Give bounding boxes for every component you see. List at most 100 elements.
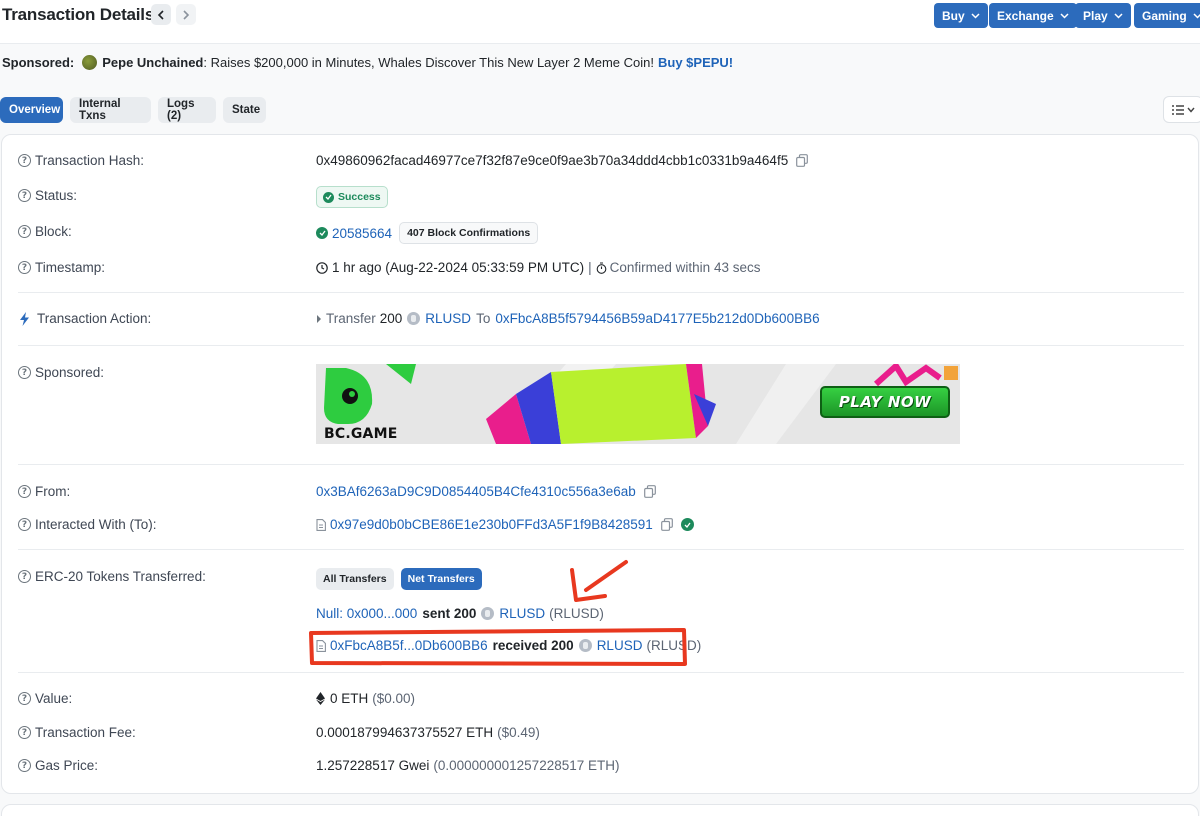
value-wrap: 0 ETH ($0.00)	[316, 691, 415, 706]
to-row: ? Interacted With (To):	[18, 517, 157, 532]
fee-row: ? Transaction Fee:	[18, 725, 136, 740]
help-icon[interactable]: ?	[18, 366, 31, 379]
transfer-token-link[interactable]: RLUSD	[499, 606, 545, 621]
help-icon[interactable]: ?	[18, 759, 31, 772]
transfer-token-symbol: (RLUSD)	[646, 638, 702, 653]
help-icon[interactable]: ?	[18, 225, 31, 238]
next-transaction-button[interactable]	[176, 4, 196, 25]
banner-play-now-button[interactable]: PLAY NOW	[820, 386, 950, 418]
transfer-party-link[interactable]: 0xFbcA8B5f...0Db600BB6	[330, 638, 488, 653]
block-value-wrap: 20585664 407 Block Confirmations	[316, 222, 539, 244]
value-amount: 0 ETH	[330, 691, 369, 706]
timestamp-label: Timestamp:	[35, 260, 106, 275]
from-label: From:	[35, 484, 71, 499]
gas-label: Gas Price:	[35, 758, 99, 773]
copy-icon[interactable]	[660, 518, 673, 531]
clock-icon	[316, 261, 328, 274]
to-contract-link[interactable]: 0x97e9d0b0bCBE86E1e230b0FFd3A5F1f9B84285…	[330, 517, 653, 532]
to-label: Interacted With (To):	[35, 517, 157, 532]
tab-state[interactable]: State	[223, 97, 266, 123]
fee-amount: 0.000187994637375527 ETH	[316, 725, 494, 740]
timestamp-row: ? Timestamp:	[18, 260, 105, 275]
action-row: Transaction Action:	[18, 311, 151, 326]
sponsor-name[interactable]: Pepe Unchained	[102, 55, 203, 70]
status-text: Success	[338, 191, 381, 203]
value-label: Value:	[35, 691, 73, 706]
block-number-link[interactable]: 20585664	[332, 226, 392, 241]
help-icon[interactable]: ?	[18, 518, 31, 531]
previous-transaction-button[interactable]	[151, 4, 171, 25]
action-to-address-link[interactable]: 0xFbcA8B5f5794456B59aD4177E5b212d0Db600B…	[495, 311, 819, 326]
status-value-wrap: Success	[316, 186, 388, 208]
copy-icon[interactable]	[643, 485, 656, 498]
sponsor-cta-link[interactable]: Buy $PEPU!	[658, 55, 733, 70]
erc20-label: ERC-20 Tokens Transferred:	[35, 569, 206, 584]
buy-menu-button[interactable]: Buy	[934, 3, 988, 28]
play-menu-label: Play	[1083, 8, 1108, 23]
fee-usd: ($0.49)	[497, 725, 540, 740]
help-icon[interactable]: ?	[18, 189, 31, 202]
tab-logs[interactable]: Logs (2)	[158, 97, 216, 123]
help-icon[interactable]: ?	[18, 485, 31, 498]
to-value-wrap: 0x97e9d0b0bCBE86E1e230b0FFd3A5F1f9B84285…	[316, 517, 694, 532]
all-transfers-button[interactable]: All Transfers	[316, 568, 394, 590]
transfer-party-link[interactable]: Null: 0x000...000	[316, 606, 417, 621]
tab-internal-txns[interactable]: Internal Txns	[70, 97, 151, 123]
gas-wrap: 1.257228517 Gwei (0.000000001257228517 E…	[316, 758, 620, 773]
status-badge: Success	[316, 186, 388, 208]
more-details-card	[1, 804, 1199, 816]
chevron-down-icon	[1186, 107, 1195, 113]
transfer-action: received 200	[492, 638, 574, 653]
copy-icon[interactable]	[796, 154, 809, 167]
hash-label: Transaction Hash:	[35, 153, 145, 168]
action-token-link[interactable]: RLUSD	[425, 311, 471, 326]
caret-right-icon	[317, 314, 321, 323]
sponsored-text-ad: Sponsored: Pepe Unchained : Raises $200,…	[2, 55, 733, 70]
divider	[18, 345, 1184, 346]
help-icon[interactable]: ?	[18, 261, 31, 274]
divider	[18, 672, 1184, 673]
chevron-down-icon	[971, 12, 980, 19]
transfer-item: Null: 0x000...000 sent 200 RLUSD (RLUSD)	[316, 606, 604, 621]
page-title: Transaction Details	[2, 5, 155, 24]
transfer-toggle-group: All Transfers Net Transfers	[316, 568, 482, 590]
action-amount: 200	[379, 311, 403, 326]
erc20-row: ? ERC-20 Tokens Transferred:	[18, 569, 206, 584]
net-transfers-button[interactable]: Net Transfers	[400, 568, 482, 590]
token-icon	[481, 607, 495, 620]
exchange-menu-button[interactable]: Exchange	[989, 3, 1077, 28]
help-icon[interactable]: ?	[18, 726, 31, 739]
timestamp-separator: |	[588, 260, 592, 275]
check-circle-icon	[323, 191, 334, 203]
sponsored-banner-ad[interactable]: BC.GAME PLAY NOW	[316, 364, 960, 444]
timestamp-value: 1 hr ago (Aug-22-2024 05:33:59 PM UTC)	[332, 260, 585, 275]
gaming-menu-button[interactable]: Gaming	[1134, 3, 1200, 28]
top-bar: Transaction Details Buy Exchange Play Ga…	[0, 0, 1200, 44]
token-icon	[578, 639, 592, 652]
transfer-token-symbol: (RLUSD)	[549, 606, 604, 621]
hash-row: ? Transaction Hash:	[18, 153, 144, 168]
help-icon[interactable]: ?	[18, 570, 31, 583]
status-row: ? Status:	[18, 188, 77, 203]
divider	[18, 292, 1184, 293]
sponsored-banner-label: Sponsored:	[35, 365, 105, 380]
transaction-hash-value: 0x49860962facad46977ce7f32f87e9ce0f9ae3b…	[316, 153, 789, 168]
hash-value-wrap: 0x49860962facad46977ce7f32f87e9ce0f9ae3b…	[316, 153, 809, 168]
chevron-left-icon	[157, 9, 164, 20]
tab-overview[interactable]: Overview	[0, 97, 63, 123]
exchange-menu-label: Exchange	[997, 8, 1054, 23]
transfer-item: 0xFbcA8B5f...0Db600BB6 received 200 RLUS…	[316, 638, 701, 653]
from-row: ? From:	[18, 484, 70, 499]
transfer-token-link[interactable]: RLUSD	[597, 638, 643, 653]
block-label: Block:	[35, 224, 72, 239]
sponsor-text: : Raises $200,000 in Minutes, Whales Dis…	[203, 55, 654, 70]
from-address-link[interactable]: 0x3BAf6263aD9C9D0854405B4Cfe4310c556a3e6…	[316, 484, 636, 499]
token-icon	[407, 312, 421, 325]
help-icon[interactable]: ?	[18, 692, 31, 705]
help-icon[interactable]: ?	[18, 154, 31, 167]
status-label: Status:	[35, 188, 78, 203]
view-options-button[interactable]	[1163, 96, 1200, 123]
divider	[18, 464, 1184, 465]
play-menu-button[interactable]: Play	[1075, 3, 1131, 28]
verified-check-icon	[680, 518, 694, 531]
